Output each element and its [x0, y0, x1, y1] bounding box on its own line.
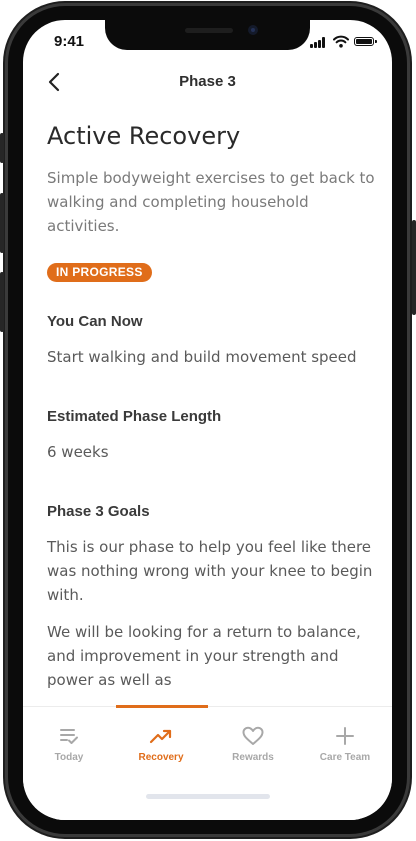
- front-camera: [248, 25, 258, 35]
- section-text-phase-length: 6 weeks: [47, 443, 109, 461]
- section-title-goals: Phase 3 Goals: [47, 503, 150, 520]
- tab-label-today: Today: [54, 752, 84, 763]
- navigation-bar: Phase 3: [23, 64, 392, 100]
- tab-rewards[interactable]: Rewards: [207, 707, 299, 777]
- section-text-can-now: Start walking and build movement speed: [47, 348, 357, 366]
- goals-paragraph-1: This is our phase to help you feel like …: [47, 538, 373, 604]
- tab-recovery[interactable]: Recovery: [115, 707, 207, 777]
- tab-bar: Today Recovery Rewards Care Team: [23, 705, 392, 820]
- tab-label-recovery: Recovery: [138, 752, 184, 763]
- home-indicator[interactable]: [146, 794, 270, 799]
- screen: 9:41 Phase 3 Active Recovery Simple body…: [23, 20, 392, 820]
- goals-paragraph-2: We will be looking for a return to balan…: [47, 623, 361, 689]
- plus-icon: [336, 727, 354, 745]
- trending-up-icon: [149, 729, 172, 744]
- phone-frame: 9:41 Phase 3 Active Recovery Simple body…: [0, 0, 416, 841]
- section-title-phase-length: Estimated Phase Length: [47, 408, 222, 425]
- tab-care-team[interactable]: Care Team: [299, 707, 391, 777]
- phase-description: Simple bodyweight exercises to get back …: [47, 169, 375, 235]
- heart-icon: [242, 726, 264, 745]
- power-button: [412, 220, 416, 315]
- silent-switch: [0, 133, 4, 163]
- volume-down-button: [0, 272, 4, 332]
- speaker-grille: [185, 28, 233, 33]
- checklist-icon: [60, 729, 78, 744]
- notch: [105, 20, 310, 50]
- wifi-icon: [333, 35, 349, 48]
- battery-icon: [354, 37, 377, 46]
- nav-title: Phase 3: [179, 73, 236, 90]
- volume-up-button: [0, 193, 4, 253]
- phase-detail-content: Active Recovery Simple bodyweight exerci…: [47, 120, 377, 692]
- status-time: 9:41: [54, 33, 85, 50]
- section-title-can-now: You Can Now: [47, 313, 143, 330]
- page-title: Active Recovery: [47, 122, 241, 150]
- tab-label-rewards: Rewards: [232, 752, 274, 763]
- status-badge: IN PROGRESS: [47, 263, 152, 282]
- content-fade: [23, 692, 392, 706]
- tab-label-care-team: Care Team: [319, 752, 371, 763]
- tab-today[interactable]: Today: [23, 707, 115, 777]
